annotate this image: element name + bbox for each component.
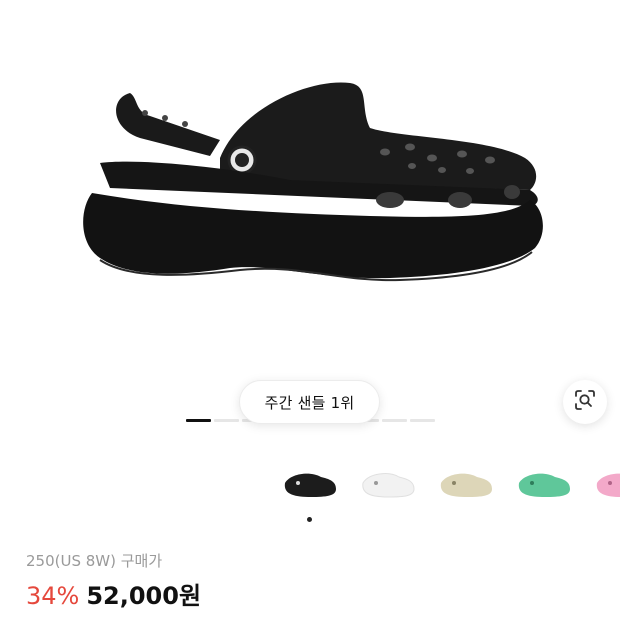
lens-search-icon xyxy=(574,389,596,415)
product-image xyxy=(83,82,543,282)
color-options xyxy=(280,462,620,506)
pager-indicator-2 xyxy=(214,419,239,422)
pager-indicator-9 xyxy=(410,419,435,422)
sale-price: 52,000원 xyxy=(86,582,202,610)
color-option-pink[interactable] xyxy=(592,462,620,506)
product-image-area[interactable] xyxy=(0,0,620,380)
discount-rate: 34% xyxy=(26,582,80,610)
price-row: 34% 52,000원 xyxy=(26,576,201,611)
rank-badge-label: 주간 샌들 1위 xyxy=(264,393,355,412)
pager-indicator-8 xyxy=(382,419,407,422)
selected-color-indicator xyxy=(307,517,312,522)
color-option-beige[interactable] xyxy=(436,462,496,506)
color-option-black[interactable] xyxy=(280,462,340,506)
pager-indicator-1 xyxy=(186,419,211,422)
weekly-rank-badge[interactable]: 주간 샌들 1위 xyxy=(239,380,380,424)
color-option-white[interactable] xyxy=(358,462,418,506)
size-purchase-label: 250(US 8W) 구매가 xyxy=(26,552,163,570)
color-option-mint[interactable] xyxy=(514,462,574,506)
image-search-button[interactable] xyxy=(563,380,607,424)
